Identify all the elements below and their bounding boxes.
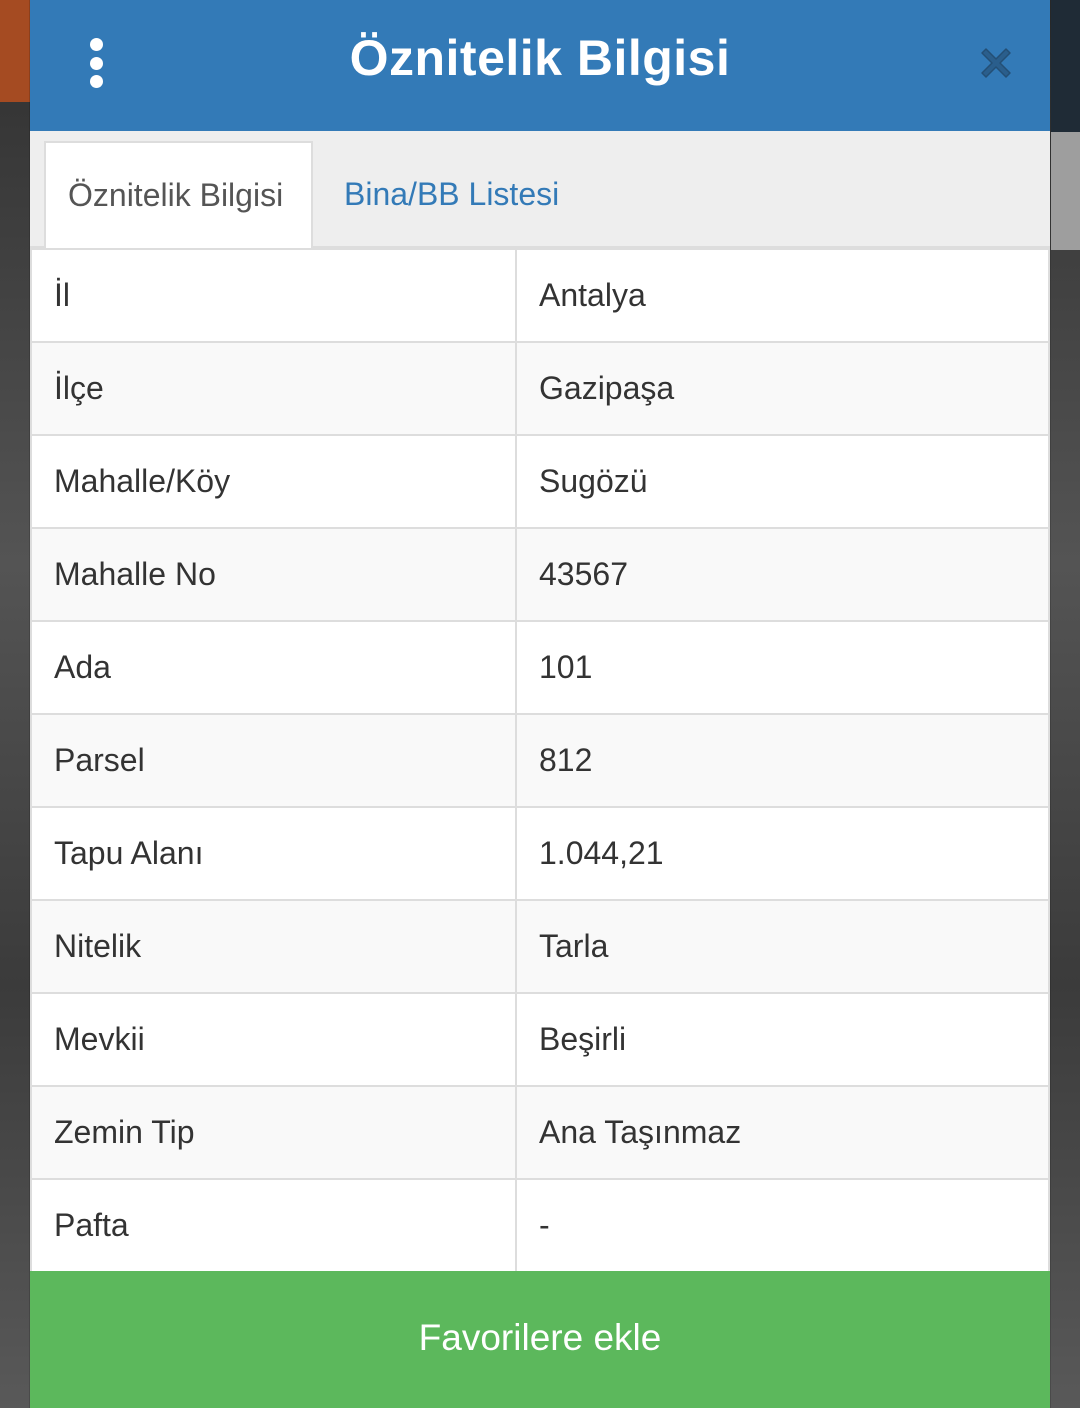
modal-title: Öznitelik Bilgisi — [349, 29, 731, 86]
attribute-value: Gazipaşa — [515, 341, 1050, 436]
table-row: Mahalle/Köy Sugözü — [30, 434, 1050, 529]
attribute-key: Tapu Alanı — [30, 806, 517, 901]
attribute-key: Parsel — [30, 713, 517, 808]
table-row: İlçe Gazipaşa — [30, 341, 1050, 436]
map-edge-left — [0, 0, 30, 102]
attribute-value: Tarla — [515, 899, 1050, 994]
table-row: Zemin Tip Ana Taşınmaz — [30, 1085, 1050, 1180]
attribute-value: Beşirli — [515, 992, 1050, 1087]
add-to-favorites-button[interactable]: Favorilere ekle — [30, 1271, 1050, 1408]
attribute-key: Pafta — [30, 1178, 517, 1273]
attribute-key: Mahalle No — [30, 527, 517, 622]
vertical-dots-icon[interactable] — [86, 38, 106, 88]
map-edge-right — [1051, 0, 1080, 132]
table-row: İl Antalya — [30, 248, 1050, 343]
attribute-table: İl Antalya İlçe Gazipaşa Mahalle/Köy Sug… — [30, 248, 1050, 1273]
tab-building-list[interactable]: Bina/BB Listesi — [322, 141, 581, 248]
attribute-key: Mahalle/Köy — [30, 434, 517, 529]
attribute-value: 101 — [515, 620, 1050, 715]
attribute-value: 1.044,21 — [515, 806, 1050, 901]
table-row: Pafta - — [30, 1178, 1050, 1273]
menu-dot — [89, 38, 103, 51]
attribute-key: Ada — [30, 620, 517, 715]
attribute-key: Mevkii — [30, 992, 517, 1087]
menu-dot — [89, 56, 103, 70]
attribute-info-modal: Öznitelik Bilgisi Öznitelik Bilgisi Bina… — [30, 0, 1050, 1408]
tab-attribute-info[interactable]: Öznitelik Bilgisi — [44, 141, 313, 248]
attribute-value: 812 — [515, 713, 1050, 808]
attribute-value: Ana Taşınmaz — [515, 1085, 1050, 1180]
table-row: Parsel 812 — [30, 713, 1050, 808]
attribute-value: Antalya — [515, 248, 1050, 343]
attribute-key: Nitelik — [30, 899, 517, 994]
table-row: Mahalle No 43567 — [30, 527, 1050, 622]
table-row: Tapu Alanı 1.044,21 — [30, 806, 1050, 901]
menu-dot — [89, 75, 103, 88]
attribute-key: İl — [30, 248, 517, 343]
attribute-key: Zemin Tip — [30, 1085, 517, 1180]
attribute-value: - — [515, 1178, 1050, 1273]
table-row: Nitelik Tarla — [30, 899, 1050, 994]
attribute-value: 43567 — [515, 527, 1050, 622]
attribute-value: Sugözü — [515, 434, 1050, 529]
close-icon[interactable] — [976, 43, 1016, 83]
table-row: Mevkii Beşirli — [30, 992, 1050, 1087]
modal-header: Öznitelik Bilgisi — [30, 0, 1050, 131]
table-row: Ada 101 — [30, 620, 1050, 715]
tab-bar: Öznitelik Bilgisi Bina/BB Listesi — [30, 131, 1050, 248]
attribute-key: İlçe — [30, 341, 517, 436]
scrollbar-thumb[interactable] — [1051, 132, 1080, 250]
